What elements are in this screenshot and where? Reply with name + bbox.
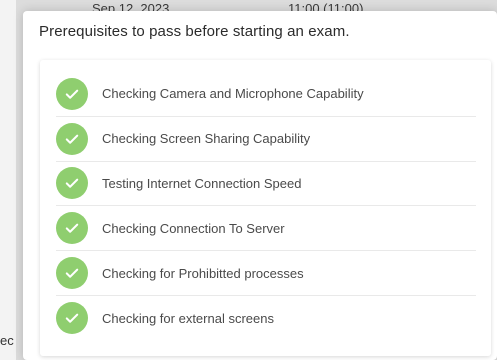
check-circle-icon (56, 122, 88, 155)
prerequisites-modal: Prerequisites to pass before starting an… (23, 11, 497, 360)
check-circle-icon (56, 257, 88, 290)
background-cut-text: ec (0, 333, 14, 348)
modal-title: Prerequisites to pass before starting an… (39, 23, 350, 40)
check-circle-icon (56, 77, 88, 110)
check-item: Checking for external screens (56, 296, 476, 341)
background-left-panel (0, 0, 16, 360)
check-item: Checking Camera and Microphone Capabilit… (56, 72, 476, 117)
check-item: Testing Internet Connection Speed (56, 162, 476, 207)
check-label: Checking Screen Sharing Capability (102, 131, 311, 147)
check-item: Checking for Prohibitted processes (56, 251, 476, 296)
check-label: Checking for external screens (102, 310, 274, 326)
check-label: Testing Internet Connection Speed (102, 175, 302, 191)
check-circle-icon (56, 167, 88, 200)
check-item: Checking Connection To Server (56, 206, 476, 252)
check-circle-icon (56, 302, 88, 335)
check-label: Checking Camera and Microphone Capabilit… (102, 86, 364, 102)
check-label: Checking Connection To Server (102, 220, 285, 236)
checks-list: Checking Camera and Microphone Capabilit… (56, 72, 476, 341)
check-item: Checking Screen Sharing Capability (56, 117, 476, 162)
check-circle-icon (56, 212, 88, 245)
check-label: Checking for Prohibitted processes (102, 265, 304, 281)
checks-card: Checking Camera and Microphone Capabilit… (40, 60, 491, 356)
